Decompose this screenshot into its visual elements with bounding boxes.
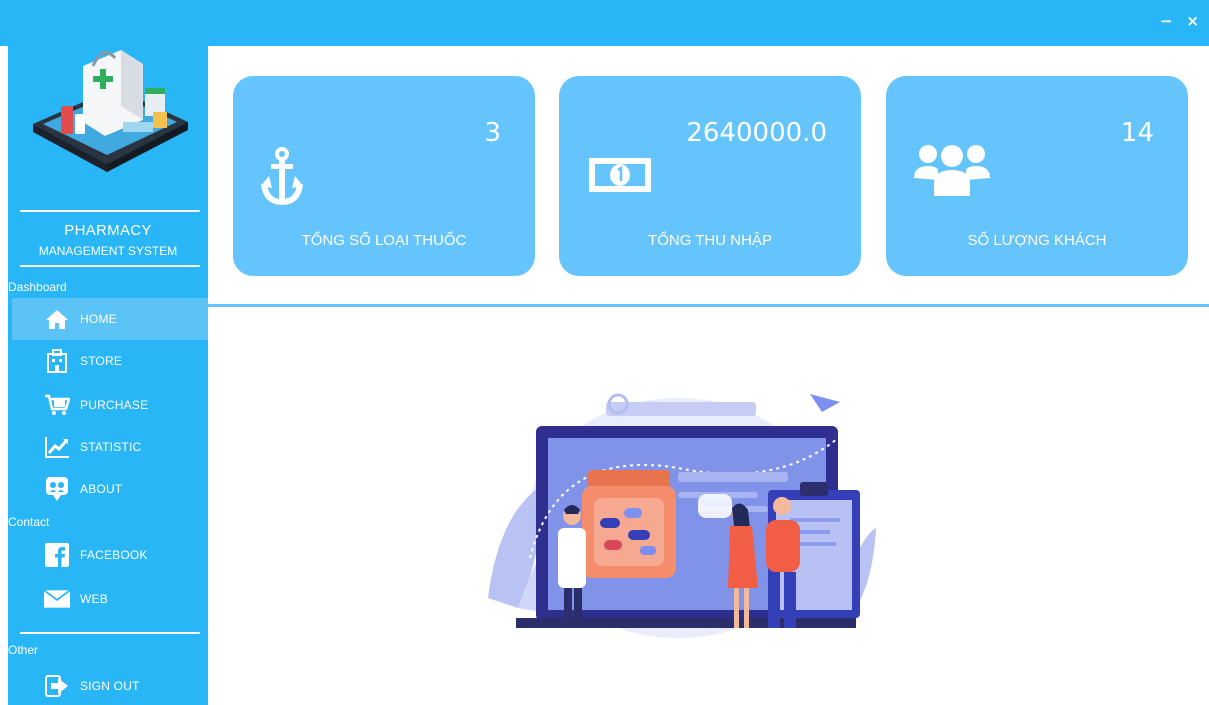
brand-divider-top — [20, 210, 200, 212]
sidebar-item-web[interactable]: WEB — [12, 578, 208, 620]
content-divider — [208, 304, 1209, 307]
chart-icon — [44, 434, 70, 460]
sidebar-item-label: SIGN OUT — [80, 679, 140, 693]
mail-icon — [44, 586, 70, 612]
stat-value: 14 — [1120, 118, 1154, 148]
stat-label: SỐ LƯỢNG KHÁCH — [967, 232, 1107, 249]
section-label-contact: Contact — [8, 515, 50, 529]
minimize-button[interactable]: − — [1160, 12, 1173, 30]
facebook-icon — [44, 542, 70, 568]
sidebar-item-label: FACEBOOK — [80, 548, 148, 562]
section-label-other: Other — [8, 643, 39, 657]
home-icon — [44, 306, 70, 332]
money-icon — [589, 158, 651, 192]
brand-subtitle: MANAGEMENT SYSTEM — [38, 244, 178, 258]
pharmacy-logo-icon — [33, 50, 188, 172]
stat-label: TỔNG THU NHẬP — [648, 232, 772, 249]
sidebar: PHARMACY MANAGEMENT SYSTEM Dashboard HOM… — [8, 0, 208, 705]
sidebar-item-label: PURCHASE — [80, 398, 149, 412]
sidebar-item-label: WEB — [80, 592, 108, 606]
cart-icon — [44, 392, 70, 418]
sidebar-item-about[interactable]: ABOUT — [12, 468, 208, 510]
sidebar-item-home[interactable]: HOME — [12, 298, 208, 340]
sign-out-icon — [44, 673, 70, 699]
stat-card-total-income: 2640000.0 TỔNG THU NHẬP — [559, 76, 861, 276]
sidebar-item-label: ABOUT — [80, 482, 123, 496]
sidebar-item-label: HOME — [80, 312, 117, 326]
sidebar-item-sign-out[interactable]: SIGN OUT — [12, 665, 208, 705]
stat-label: TỔNG SỐ LOẠI THUỐC — [301, 232, 467, 249]
brand-divider-bottom — [20, 265, 200, 267]
window-controls: − × — [1160, 12, 1199, 30]
sidebar-item-statistic[interactable]: STATISTIC — [12, 426, 208, 468]
pharmacy-illustration — [488, 393, 876, 638]
anchor-icon — [261, 147, 303, 206]
sidebar-item-facebook[interactable]: FACEBOOK — [12, 534, 208, 576]
store-icon — [44, 348, 70, 374]
sidebar-item-label: STATISTIC — [80, 440, 142, 454]
section-label-dashboard: Dashboard — [8, 280, 67, 294]
stat-value: 3 — [484, 118, 501, 148]
sidebar-item-purchase[interactable]: PURCHASE — [12, 384, 208, 426]
sidebar-item-store[interactable]: STORE — [12, 340, 208, 382]
sidebar-item-label: STORE — [80, 354, 123, 368]
stat-card-medicine-types: 3 TỔNG SỐ LOẠI THUỐC — [233, 76, 535, 276]
about-icon — [44, 476, 70, 502]
users-icon — [914, 145, 990, 196]
stat-card-customers: 14 SỐ LƯỢNG KHÁCH — [886, 76, 1188, 276]
close-button[interactable]: × — [1186, 12, 1199, 30]
brand-title: PHARMACY — [64, 222, 152, 239]
stat-value: 2640000.0 — [686, 118, 827, 148]
sidebar-divider — [20, 632, 200, 634]
